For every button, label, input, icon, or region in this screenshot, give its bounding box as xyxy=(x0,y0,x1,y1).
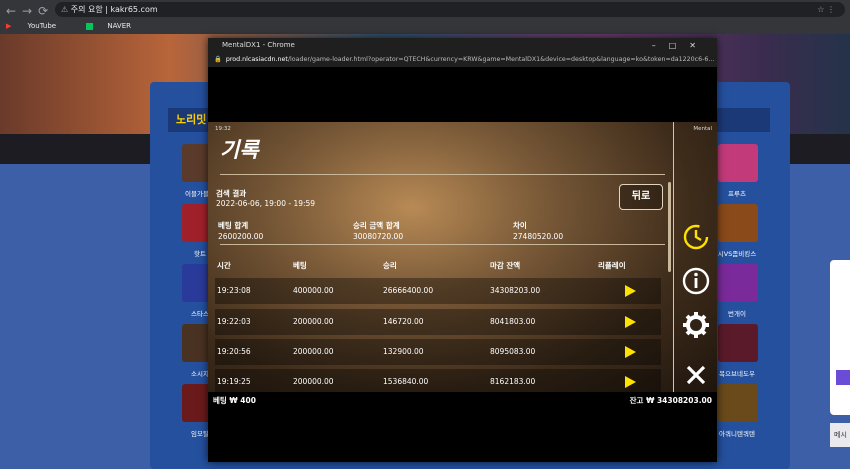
divider xyxy=(220,244,665,245)
summary-value: 27480520.00 xyxy=(513,232,564,241)
row-time: 19:22:03 xyxy=(217,317,251,326)
replay-play-icon[interactable] xyxy=(625,376,636,388)
bookmark-naver[interactable]: NAVER xyxy=(86,22,145,30)
summary-label: 차이 xyxy=(513,221,527,230)
col-bet: 베팅 xyxy=(293,261,307,270)
row-time: 19:23:08 xyxy=(217,286,251,295)
row-bet: 200000.00 xyxy=(293,317,334,326)
bet-display: 베팅 ₩ 400 xyxy=(213,396,256,405)
scrollbar[interactable] xyxy=(668,182,671,272)
summary-label: 승리 금액 합계 xyxy=(353,221,400,230)
info-icon[interactable] xyxy=(681,266,711,296)
back-button[interactable]: 뒤로 xyxy=(619,184,663,210)
status-bar: 베팅 ₩ 400 잔고 ₩ 34308203.00 xyxy=(208,392,717,408)
table-row: 19:20:56 200000.00 132900.00 8095083.00 xyxy=(215,339,661,365)
row-balance: 8095083.00 xyxy=(490,347,536,356)
window-controls[interactable]: –□✕ xyxy=(652,38,709,53)
message-tab[interactable]: 메시 xyxy=(830,423,850,447)
row-bet: 400000.00 xyxy=(293,286,334,295)
chat-widget[interactable] xyxy=(830,260,850,415)
game-thumb[interactable] xyxy=(718,204,758,242)
row-balance: 8041803.00 xyxy=(490,317,536,326)
table-row: 19:23:08 400000.00 26666400.00 34308203.… xyxy=(215,278,661,304)
naver-icon xyxy=(86,22,94,30)
lock-icon: 🔒 xyxy=(214,56,222,63)
table-row: 19:22:03 200000.00 146720.00 8041803.00 xyxy=(215,309,661,335)
gear-icon[interactable] xyxy=(681,310,711,340)
game-history-screen: 19:32 Mental 기록 검색 결과 2022-06-06, 19:00 … xyxy=(208,122,717,408)
col-replay: 리플레이 xyxy=(598,261,626,270)
row-win: 132900.00 xyxy=(383,347,424,356)
col-time: 시간 xyxy=(217,261,231,270)
summary-value: 30080720.00 xyxy=(353,232,404,241)
replay-play-icon[interactable] xyxy=(625,285,636,297)
search-label: 검색 결과 xyxy=(216,189,247,198)
row-bet: 200000.00 xyxy=(293,347,334,356)
col-balance: 마감 잔액 xyxy=(490,261,521,270)
replay-play-icon[interactable] xyxy=(625,316,636,328)
balance-display: 잔고 ₩ 34308203.00 xyxy=(629,396,712,405)
summary-label: 베팅 합계 xyxy=(218,221,249,230)
summary-value: 2600200.00 xyxy=(218,232,264,241)
popup-url-bar: 🔒 prod.nlcasiacdn.net/loader/game-loader.… xyxy=(208,53,717,67)
security-text: 주의 요함 xyxy=(70,5,103,14)
nav-buttons[interactable]: ←→⟳ xyxy=(6,4,54,18)
close-icon[interactable] xyxy=(681,360,711,390)
game-thumb[interactable] xyxy=(718,324,758,362)
search-range: 2022-06-06, 19:00 - 19:59 xyxy=(216,199,316,208)
row-balance: 34308203.00 xyxy=(490,286,541,295)
game-popup-window: MentalDX1 - Chrome –□✕ 🔒 prod.nlcasiacdn.… xyxy=(208,38,717,462)
clock: 19:32 xyxy=(215,126,231,132)
youtube-icon: ▶ xyxy=(6,22,12,30)
game-sidebar xyxy=(673,122,717,408)
bookmark-youtube[interactable]: ▶ YouTube xyxy=(6,22,70,30)
chat-button[interactable] xyxy=(836,370,850,385)
bookmarks-bar: ▶ YouTube NAVER xyxy=(6,20,159,32)
game-thumb[interactable] xyxy=(718,144,758,182)
game-thumb[interactable] xyxy=(718,384,758,422)
history-clock-icon[interactable] xyxy=(681,222,711,252)
game-thumb[interactable] xyxy=(718,264,758,302)
address-bar[interactable]: ⚠ 주의 요함 | kakr65.com ☆ ⋮ xyxy=(55,2,845,17)
col-win: 승리 xyxy=(383,261,397,270)
row-win: 26666400.00 xyxy=(383,286,434,295)
replay-play-icon[interactable] xyxy=(625,346,636,358)
popup-title: MentalDX1 - Chrome xyxy=(222,41,295,49)
browser-toolbar: ←→⟳ ⚠ 주의 요함 | kakr65.com ☆ ⋮ ▶ YouTube N… xyxy=(0,0,850,34)
page-title: 기록 xyxy=(220,138,259,162)
row-win: 146720.00 xyxy=(383,317,424,326)
popup-titlebar: MentalDX1 - Chrome –□✕ xyxy=(208,38,717,53)
star-icon[interactable]: ☆ ⋮ xyxy=(817,2,835,17)
divider xyxy=(220,174,665,175)
url-text: kakr65.com xyxy=(110,5,158,14)
warning-icon: ⚠ xyxy=(61,5,69,14)
row-time: 19:20:56 xyxy=(217,347,251,356)
